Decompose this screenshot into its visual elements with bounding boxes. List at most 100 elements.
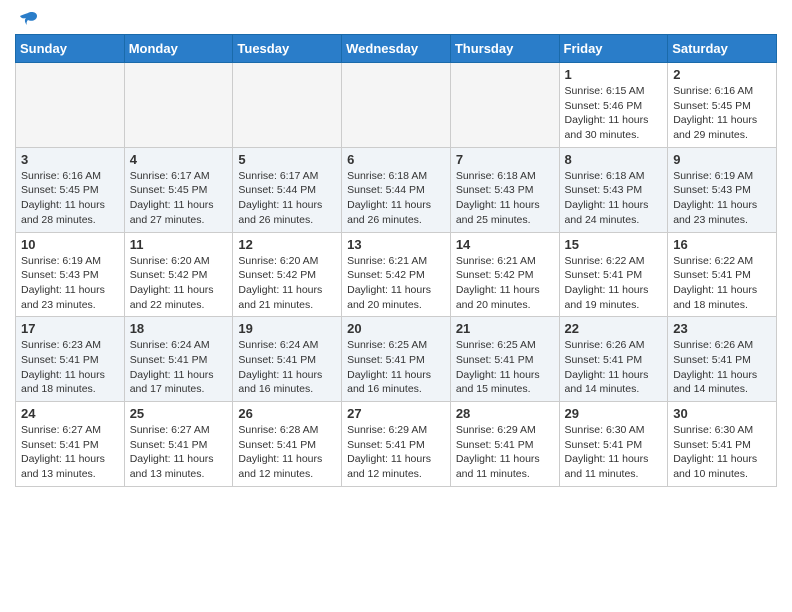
day-number: 13 [347, 237, 445, 252]
weekday-header-wednesday: Wednesday [342, 35, 451, 63]
day-info: Sunrise: 6:18 AMSunset: 5:43 PMDaylight:… [456, 169, 554, 228]
day-number: 15 [565, 237, 663, 252]
calendar-cell: 22Sunrise: 6:26 AMSunset: 5:41 PMDayligh… [559, 317, 668, 402]
day-number: 8 [565, 152, 663, 167]
calendar-cell: 10 Sunrise: 6:19 AMSunset: 5:43 PMDayligh… [16, 232, 125, 317]
calendar-cell: 12Sunrise: 6:20 AMSunset: 5:42 PMDayligh… [233, 232, 342, 317]
day-info: Sunrise: 6:29 AMSunset: 5:41 PMDaylight:… [347, 423, 445, 482]
calendar-cell [233, 63, 342, 148]
calendar-cell [342, 63, 451, 148]
calendar-cell: 8 Sunrise: 6:18 AMSunset: 5:43 PMDaylight… [559, 147, 668, 232]
day-info: Sunrise: 6:16 AMSunset: 5:45 PMDaylight:… [673, 84, 771, 143]
calendar-cell: 20Sunrise: 6:25 AMSunset: 5:41 PMDayligh… [342, 317, 451, 402]
calendar-week-row: 24 Sunrise: 6:27 AMSunset: 5:41 PMDayligh… [16, 402, 777, 487]
calendar-cell: 7 Sunrise: 6:18 AMSunset: 5:43 PMDaylight… [450, 147, 559, 232]
weekday-header-monday: Monday [124, 35, 233, 63]
day-info: Sunrise: 6:20 AMSunset: 5:42 PMDaylight:… [238, 254, 336, 313]
calendar-header-row: SundayMondayTuesdayWednesdayThursdayFrid… [16, 35, 777, 63]
day-info: Sunrise: 6:18 AMSunset: 5:44 PMDaylight:… [347, 169, 445, 228]
day-number: 1 [565, 67, 663, 82]
day-number: 28 [456, 406, 554, 421]
day-number: 3 [21, 152, 119, 167]
calendar-table: SundayMondayTuesdayWednesdayThursdayFrid… [15, 34, 777, 487]
calendar-cell [450, 63, 559, 148]
day-number: 10 [21, 237, 119, 252]
calendar-cell: 21 Sunrise: 6:25 AMSunset: 5:41 PMDayligh… [450, 317, 559, 402]
day-info: Sunrise: 6:16 AMSunset: 5:45 PMDaylight:… [21, 169, 119, 228]
day-number: 30 [673, 406, 771, 421]
day-number: 16 [673, 237, 771, 252]
calendar-cell: 15 Sunrise: 6:22 AMSunset: 5:41 PMDayligh… [559, 232, 668, 317]
day-info: Sunrise: 6:20 AMSunset: 5:42 PMDaylight:… [130, 254, 228, 313]
calendar-cell [16, 63, 125, 148]
weekday-header-friday: Friday [559, 35, 668, 63]
day-info: Sunrise: 6:17 AMSunset: 5:45 PMDaylight:… [130, 169, 228, 228]
day-info: Sunrise: 6:23 AMSunset: 5:41 PMDaylight:… [21, 338, 119, 397]
day-number: 4 [130, 152, 228, 167]
day-number: 11 [130, 237, 228, 252]
calendar-week-row: 17 Sunrise: 6:23 AMSunset: 5:41 PMDayligh… [16, 317, 777, 402]
calendar-cell: 19 Sunrise: 6:24 AMSunset: 5:41 PMDayligh… [233, 317, 342, 402]
header [15, 10, 777, 26]
day-number: 5 [238, 152, 336, 167]
day-number: 9 [673, 152, 771, 167]
calendar-cell: 29 Sunrise: 6:30 AMSunset: 5:41 PMDayligh… [559, 402, 668, 487]
logo-bird-icon [17, 10, 39, 30]
day-number: 2 [673, 67, 771, 82]
day-info: Sunrise: 6:24 AMSunset: 5:41 PMDaylight:… [238, 338, 336, 397]
weekday-header-tuesday: Tuesday [233, 35, 342, 63]
day-info: Sunrise: 6:25 AMSunset: 5:41 PMDaylight:… [456, 338, 554, 397]
day-number: 24 [21, 406, 119, 421]
calendar-cell: 18Sunrise: 6:24 AMSunset: 5:41 PMDayligh… [124, 317, 233, 402]
calendar-cell: 24 Sunrise: 6:27 AMSunset: 5:41 PMDayligh… [16, 402, 125, 487]
logo [15, 10, 39, 26]
day-number: 29 [565, 406, 663, 421]
day-number: 27 [347, 406, 445, 421]
day-info: Sunrise: 6:28 AMSunset: 5:41 PMDaylight:… [238, 423, 336, 482]
day-info: Sunrise: 6:27 AMSunset: 5:41 PMDaylight:… [21, 423, 119, 482]
weekday-header-saturday: Saturday [668, 35, 777, 63]
day-info: Sunrise: 6:17 AMSunset: 5:44 PMDaylight:… [238, 169, 336, 228]
calendar-week-row: 1 Sunrise: 6:15 AMSunset: 5:46 PMDaylight… [16, 63, 777, 148]
day-info: Sunrise: 6:24 AMSunset: 5:41 PMDaylight:… [130, 338, 228, 397]
day-number: 6 [347, 152, 445, 167]
day-info: Sunrise: 6:18 AMSunset: 5:43 PMDaylight:… [565, 169, 663, 228]
calendar-cell [124, 63, 233, 148]
day-info: Sunrise: 6:19 AMSunset: 5:43 PMDaylight:… [673, 169, 771, 228]
day-info: Sunrise: 6:21 AMSunset: 5:42 PMDaylight:… [347, 254, 445, 313]
weekday-header-thursday: Thursday [450, 35, 559, 63]
calendar-cell: 5 Sunrise: 6:17 AMSunset: 5:44 PMDaylight… [233, 147, 342, 232]
weekday-header-sunday: Sunday [16, 35, 125, 63]
page-container: SundayMondayTuesdayWednesdayThursdayFrid… [0, 0, 792, 497]
calendar-cell: 9 Sunrise: 6:19 AMSunset: 5:43 PMDaylight… [668, 147, 777, 232]
day-info: Sunrise: 6:26 AMSunset: 5:41 PMDaylight:… [565, 338, 663, 397]
calendar-cell: 26 Sunrise: 6:28 AMSunset: 5:41 PMDayligh… [233, 402, 342, 487]
day-number: 21 [456, 321, 554, 336]
day-info: Sunrise: 6:22 AMSunset: 5:41 PMDaylight:… [565, 254, 663, 313]
calendar-cell: 11 Sunrise: 6:20 AMSunset: 5:42 PMDayligh… [124, 232, 233, 317]
day-info: Sunrise: 6:15 AMSunset: 5:46 PMDaylight:… [565, 84, 663, 143]
day-number: 26 [238, 406, 336, 421]
day-number: 19 [238, 321, 336, 336]
day-number: 7 [456, 152, 554, 167]
day-number: 23 [673, 321, 771, 336]
calendar-cell: 1 Sunrise: 6:15 AMSunset: 5:46 PMDaylight… [559, 63, 668, 148]
day-info: Sunrise: 6:26 AMSunset: 5:41 PMDaylight:… [673, 338, 771, 397]
day-info: Sunrise: 6:30 AMSunset: 5:41 PMDaylight:… [565, 423, 663, 482]
day-info: Sunrise: 6:19 AMSunset: 5:43 PMDaylight:… [21, 254, 119, 313]
calendar-week-row: 3 Sunrise: 6:16 AMSunset: 5:45 PMDaylight… [16, 147, 777, 232]
calendar-cell: 6 Sunrise: 6:18 AMSunset: 5:44 PMDaylight… [342, 147, 451, 232]
day-info: Sunrise: 6:29 AMSunset: 5:41 PMDaylight:… [456, 423, 554, 482]
calendar-cell: 4 Sunrise: 6:17 AMSunset: 5:45 PMDaylight… [124, 147, 233, 232]
calendar-cell: 16Sunrise: 6:22 AMSunset: 5:41 PMDayligh… [668, 232, 777, 317]
calendar-cell: 13 Sunrise: 6:21 AMSunset: 5:42 PMDayligh… [342, 232, 451, 317]
day-info: Sunrise: 6:27 AMSunset: 5:41 PMDaylight:… [130, 423, 228, 482]
calendar-cell: 14Sunrise: 6:21 AMSunset: 5:42 PMDayligh… [450, 232, 559, 317]
day-number: 17 [21, 321, 119, 336]
calendar-cell: 25Sunrise: 6:27 AMSunset: 5:41 PMDayligh… [124, 402, 233, 487]
calendar-cell: 27 Sunrise: 6:29 AMSunset: 5:41 PMDayligh… [342, 402, 451, 487]
calendar-cell: 30Sunrise: 6:30 AMSunset: 5:41 PMDayligh… [668, 402, 777, 487]
day-number: 20 [347, 321, 445, 336]
calendar-cell: 2 Sunrise: 6:16 AMSunset: 5:45 PMDaylight… [668, 63, 777, 148]
day-info: Sunrise: 6:21 AMSunset: 5:42 PMDaylight:… [456, 254, 554, 313]
